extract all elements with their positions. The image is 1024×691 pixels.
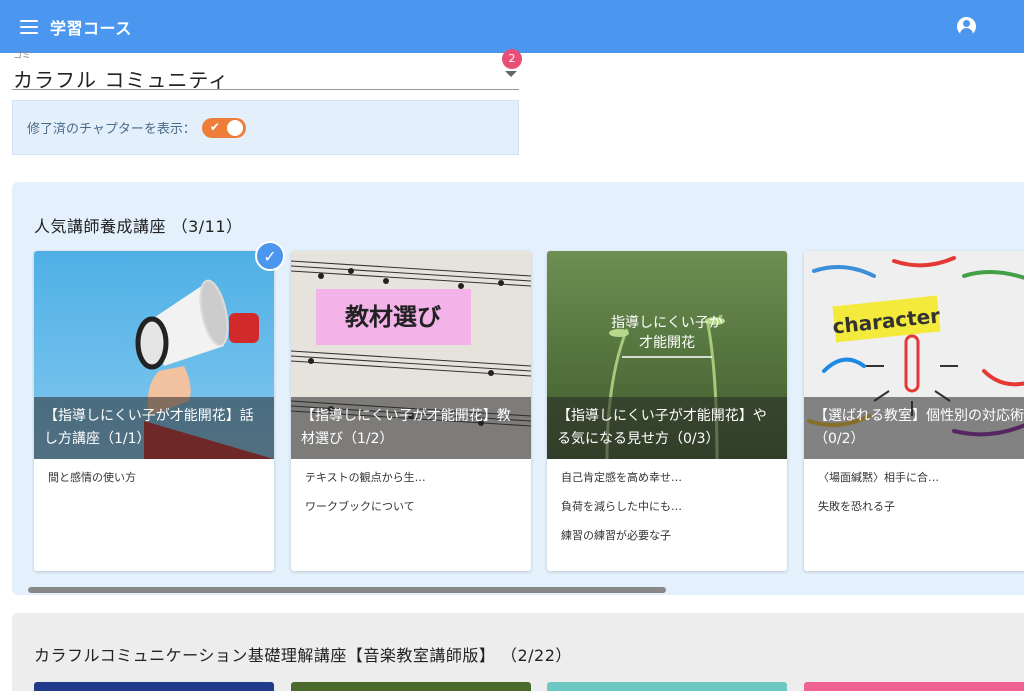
show-completed-label: 修了済のチャプターを表示： — [27, 122, 196, 137]
check-icon: ✔ — [209, 119, 220, 134]
lesson-item[interactable]: 自己肯定感を高め幸せ… — [561, 471, 787, 500]
completed-check-icon: ✓ — [255, 241, 285, 271]
lesson-item[interactable]: 負荷を減らした中にも… — [561, 500, 787, 529]
course-card-title: 【選ばれる教室】個性別の対応術（0/2） — [804, 397, 1024, 459]
thumbnail-caption-line-2: 才能開花 — [639, 335, 695, 351]
course-card[interactable]: 【指導しにくい子が才能開花】話し方講座（1/1） 間と感情の使い方 — [34, 251, 274, 571]
course-card[interactable] — [291, 682, 531, 691]
thumbnail-caption: 教材選び — [345, 303, 441, 331]
lesson-item[interactable]: 間と感情の使い方 — [48, 471, 274, 500]
section-title: カラフルコミュニケーション基礎理解講座【音楽教室講師版】 （2/22） — [34, 646, 572, 665]
menu-icon[interactable] — [20, 19, 38, 34]
app-bar: 学習コース — [0, 0, 1024, 53]
dropdown-arrow-icon — [505, 71, 517, 77]
completed-filter-panel: 修了済のチャプターを表示： ✔ — [12, 100, 519, 155]
lesson-list: テキストの観点から生… ワークブックについて — [291, 471, 531, 529]
course-section: 人気講師養成講座 （3/11） 【指導しにくい子が才能開花】話し方講座（1/1）… — [12, 182, 1024, 595]
lesson-item[interactable]: ワークブックについて — [305, 500, 531, 529]
show-completed-toggle[interactable]: ✔ — [201, 117, 246, 138]
lesson-item[interactable]: 練習の練習が必要な子 — [561, 529, 787, 558]
course-card[interactable] — [804, 682, 1024, 691]
course-thumbnail: 指導しにくい子が 才能開花 【指導しにくい子が才能開花】やる気になる見せ方（0/… — [547, 251, 787, 459]
app-title: 学習コース — [50, 18, 132, 38]
course-thumbnail: character 【選ばれる教室】個性別の対応術（0/2） — [804, 251, 1024, 459]
community-select[interactable]: カラフル コミュニティ — [12, 58, 519, 92]
lesson-item[interactable]: 失敗を恐れる子 — [818, 500, 1024, 529]
account-icon[interactable] — [957, 17, 976, 36]
course-card[interactable] — [547, 682, 787, 691]
course-card[interactable]: 教材選び 【指導しにくい子が才能開花】教材選び（1/2） テキストの観点から生…… — [291, 251, 531, 571]
course-card-title: 【指導しにくい子が才能開花】教材選び（1/2） — [291, 397, 531, 459]
course-section: カラフルコミュニケーション基礎理解講座【音楽教室講師版】 （2/22） — [12, 613, 1024, 691]
course-thumbnail: 【指導しにくい子が才能開花】話し方講座（1/1） — [34, 251, 274, 459]
course-card[interactable]: 指導しにくい子が 才能開花 【指導しにくい子が才能開花】やる気になる見せ方（0/… — [547, 251, 787, 571]
thumbnail-caption-line-1: 指導しにくい子が — [611, 315, 723, 331]
course-card-title: 【指導しにくい子が才能開花】やる気になる見せ方（0/3） — [547, 397, 787, 459]
lesson-item[interactable]: テキストの観点から生… — [305, 471, 531, 500]
course-card-title: 【指導しにくい子が才能開花】話し方講座（1/1） — [34, 397, 274, 459]
community-select-value: カラフル コミュニティ — [13, 68, 230, 92]
course-card[interactable] — [34, 682, 274, 691]
section-title: 人気講師養成講座 （3/11） — [34, 217, 243, 236]
lesson-list: 自己肯定感を高め幸せ… 負荷を減らした中にも… 練習の練習が必要な子 — [547, 471, 787, 558]
toggle-knob — [226, 119, 243, 136]
lesson-item[interactable]: 〈場面緘黙〉相手に合… — [818, 471, 1024, 500]
horizontal-scrollbar[interactable] — [28, 587, 666, 593]
lesson-list: 〈場面緘黙〉相手に合… 失敗を恐れる子 — [804, 471, 1024, 529]
course-card[interactable]: character 【選ばれる教室】個性別の対応術（0/2） 〈場面緘黙〉相手に… — [804, 251, 1024, 571]
lesson-list: 間と感情の使い方 — [34, 471, 274, 500]
notification-badge: 2 — [502, 49, 522, 69]
course-thumbnail: 教材選び 【指導しにくい子が才能開花】教材選び（1/2） — [291, 251, 531, 459]
